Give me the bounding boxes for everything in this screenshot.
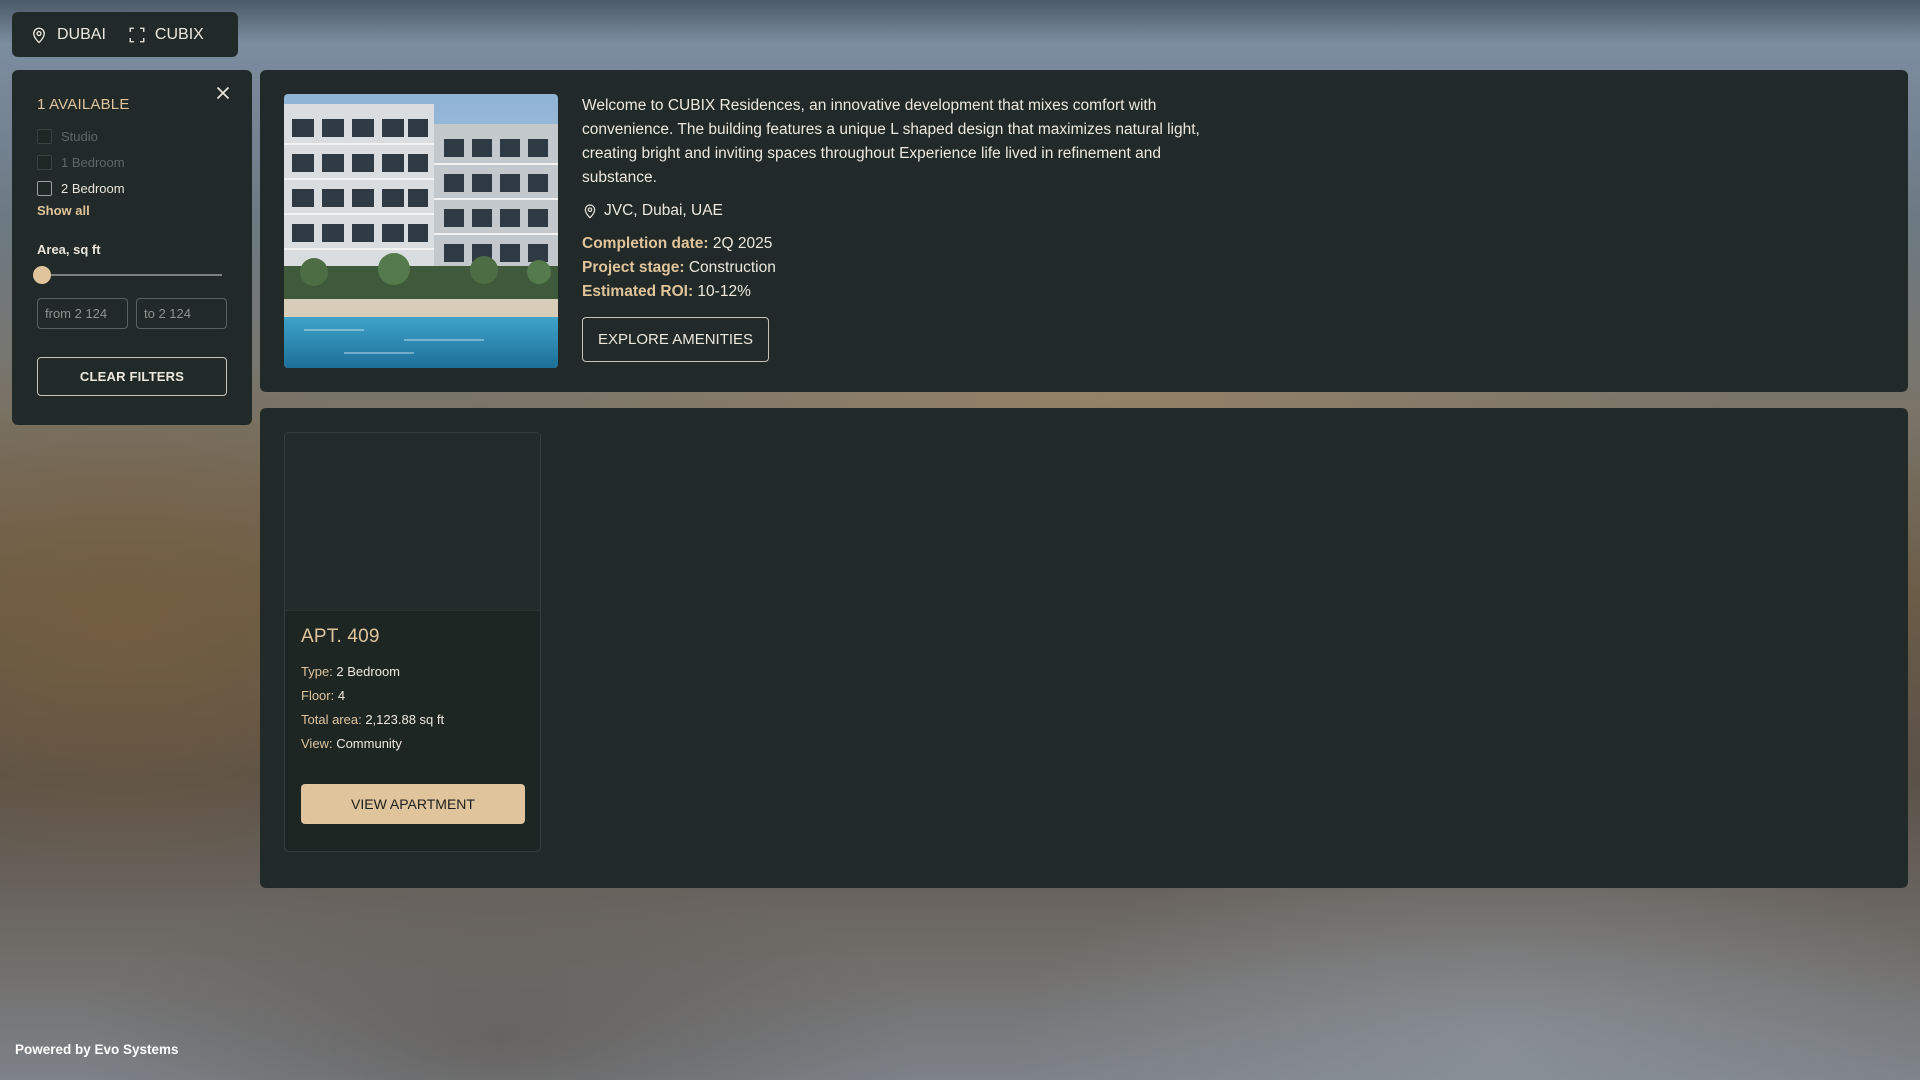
detail-key: Total area: (301, 712, 362, 727)
area-slider[interactable] (33, 265, 227, 285)
apartment-card[interactable]: APT. 409 Type: 2 Bedroom Floor: 4 Total … (284, 432, 541, 852)
apartment-image-placeholder (285, 433, 540, 611)
apartment-view-row: View: Community (301, 732, 524, 756)
meta-value: 10-12% (697, 283, 751, 300)
filter-option-1-bedroom[interactable]: 1 Bedroom (37, 149, 227, 175)
apartment-listing-panel: APT. 409 Type: 2 Bedroom Floor: 4 Total … (260, 408, 1908, 888)
project-info-panel: Welcome to CUBIX Residences, an innovati… (260, 70, 1908, 392)
studio-checkbox[interactable] (37, 128, 52, 144)
meta-value: 2Q 2025 (712, 235, 773, 252)
city-selector[interactable]: DUBAI (30, 26, 106, 44)
detail-value: Community (336, 736, 402, 751)
project-meta: Completion date: 2Q 2025 Project stage: … (582, 232, 1202, 304)
show-all-link[interactable]: Show all (37, 203, 90, 218)
city-label: DUBAI (57, 25, 106, 43)
meta-key: Estimated ROI: (582, 283, 694, 300)
area-to-input[interactable] (136, 298, 227, 329)
location-pin-icon (33, 27, 45, 43)
apartment-title: APT. 409 (301, 626, 380, 647)
apartment-floor-row: Floor: 4 (301, 684, 524, 708)
project-building-image (284, 94, 558, 368)
filter-option-studio[interactable]: Studio (37, 123, 227, 149)
area-label: Area, sq ft (37, 242, 101, 257)
2-bedroom-checkbox[interactable] (37, 180, 52, 196)
2-bedroom-label: 2 Bedroom (61, 180, 125, 196)
explore-amenities-button[interactable]: EXPLORE AMENITIES (582, 317, 770, 362)
meta-value: Construction (688, 259, 776, 276)
estimated-roi-row: Estimated ROI: 10-12% (582, 280, 1202, 304)
close-icon[interactable] (212, 82, 234, 104)
expand-frame-icon (129, 27, 145, 42)
detail-value: 2,123.88 sq ft (365, 712, 445, 727)
project-label: CUBIX (154, 25, 204, 43)
area-from-input[interactable] (37, 298, 128, 329)
project-description: Welcome to CUBIX Residences, an innovati… (582, 97, 1200, 186)
powered-by-footer: Powered by Evo Systems (15, 1042, 179, 1057)
project-details: Welcome to CUBIX Residences, an innovati… (582, 94, 1202, 362)
detail-key: Type: (301, 664, 333, 679)
studio-label: Studio (61, 128, 98, 144)
detail-key: Floor: (301, 688, 335, 703)
apartment-card-body: APT. 409 Type: 2 Bedroom Floor: 4 Total … (285, 611, 540, 839)
location-text: JVC, Dubai, UAE (604, 202, 723, 219)
slider-track (42, 274, 222, 276)
filter-option-2-bedroom[interactable]: 2 Bedroom (37, 175, 227, 201)
completion-date-row: Completion date: 2Q 2025 (582, 232, 1202, 256)
detail-key: View: (301, 736, 333, 751)
top-breadcrumb-bar: DUBAI CUBIX (12, 12, 238, 57)
detail-value: 2 Bedroom (336, 664, 401, 679)
apartment-area-row: Total area: 2,123.88 sq ft (301, 708, 524, 732)
clear-filters-button[interactable]: CLEAR FILTERS (37, 357, 227, 396)
area-range-inputs (37, 298, 227, 329)
available-count: 1 AVAILABLE (37, 96, 130, 113)
meta-key: Completion date: (582, 235, 709, 252)
1-bedroom-label: 1 Bedroom (61, 154, 125, 170)
project-selector[interactable]: CUBIX (128, 26, 204, 44)
filters-panel: 1 AVAILABLE Studio 1 Bedroom 2 Bedroom S… (12, 70, 252, 425)
detail-value: 4 (337, 688, 346, 703)
apartment-type-row: Type: 2 Bedroom (301, 660, 524, 684)
location-pin-icon (584, 204, 596, 219)
view-apartment-button[interactable]: VIEW APARTMENT (301, 784, 525, 824)
project-stage-row: Project stage: Construction (582, 256, 1202, 280)
meta-key: Project stage: (582, 259, 685, 276)
project-location: JVC, Dubai, UAE (582, 202, 1202, 220)
apartment-details: Type: 2 Bedroom Floor: 4 Total area: 2,1… (301, 660, 524, 756)
slider-thumb[interactable] (33, 266, 51, 284)
1-bedroom-checkbox[interactable] (37, 154, 52, 170)
